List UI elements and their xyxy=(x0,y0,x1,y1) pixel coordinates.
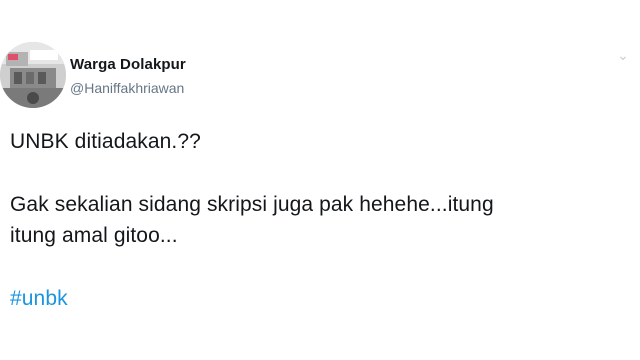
tweet-header: Warga Dolakpur @Haniffakhriawan ⌄ xyxy=(0,42,640,108)
avatar[interactable] xyxy=(0,42,66,108)
more-options-icon[interactable]: ⌄ xyxy=(614,46,632,64)
display-name[interactable]: Warga Dolakpur xyxy=(70,56,186,74)
hashtag-line: #unbk xyxy=(10,283,630,314)
hashtag-link[interactable]: #unbk xyxy=(10,283,68,314)
tweet-line: itung amal gitoo... xyxy=(10,224,178,247)
tweet-text: UNBK ditiadakan.?? Gak sekalian sidang s… xyxy=(10,126,630,314)
tweet-card: Warga Dolakpur @Haniffakhriawan ⌄ UNBK d… xyxy=(0,0,640,360)
user-handle[interactable]: @Haniffakhriawan xyxy=(70,79,186,97)
avatar-image xyxy=(0,42,66,108)
tweet-line: UNBK ditiadakan.?? xyxy=(10,130,201,153)
tweet-line: Gak sekalian sidang skripsi juga pak heh… xyxy=(10,193,494,216)
user-names: Warga Dolakpur @Haniffakhriawan xyxy=(70,56,186,97)
